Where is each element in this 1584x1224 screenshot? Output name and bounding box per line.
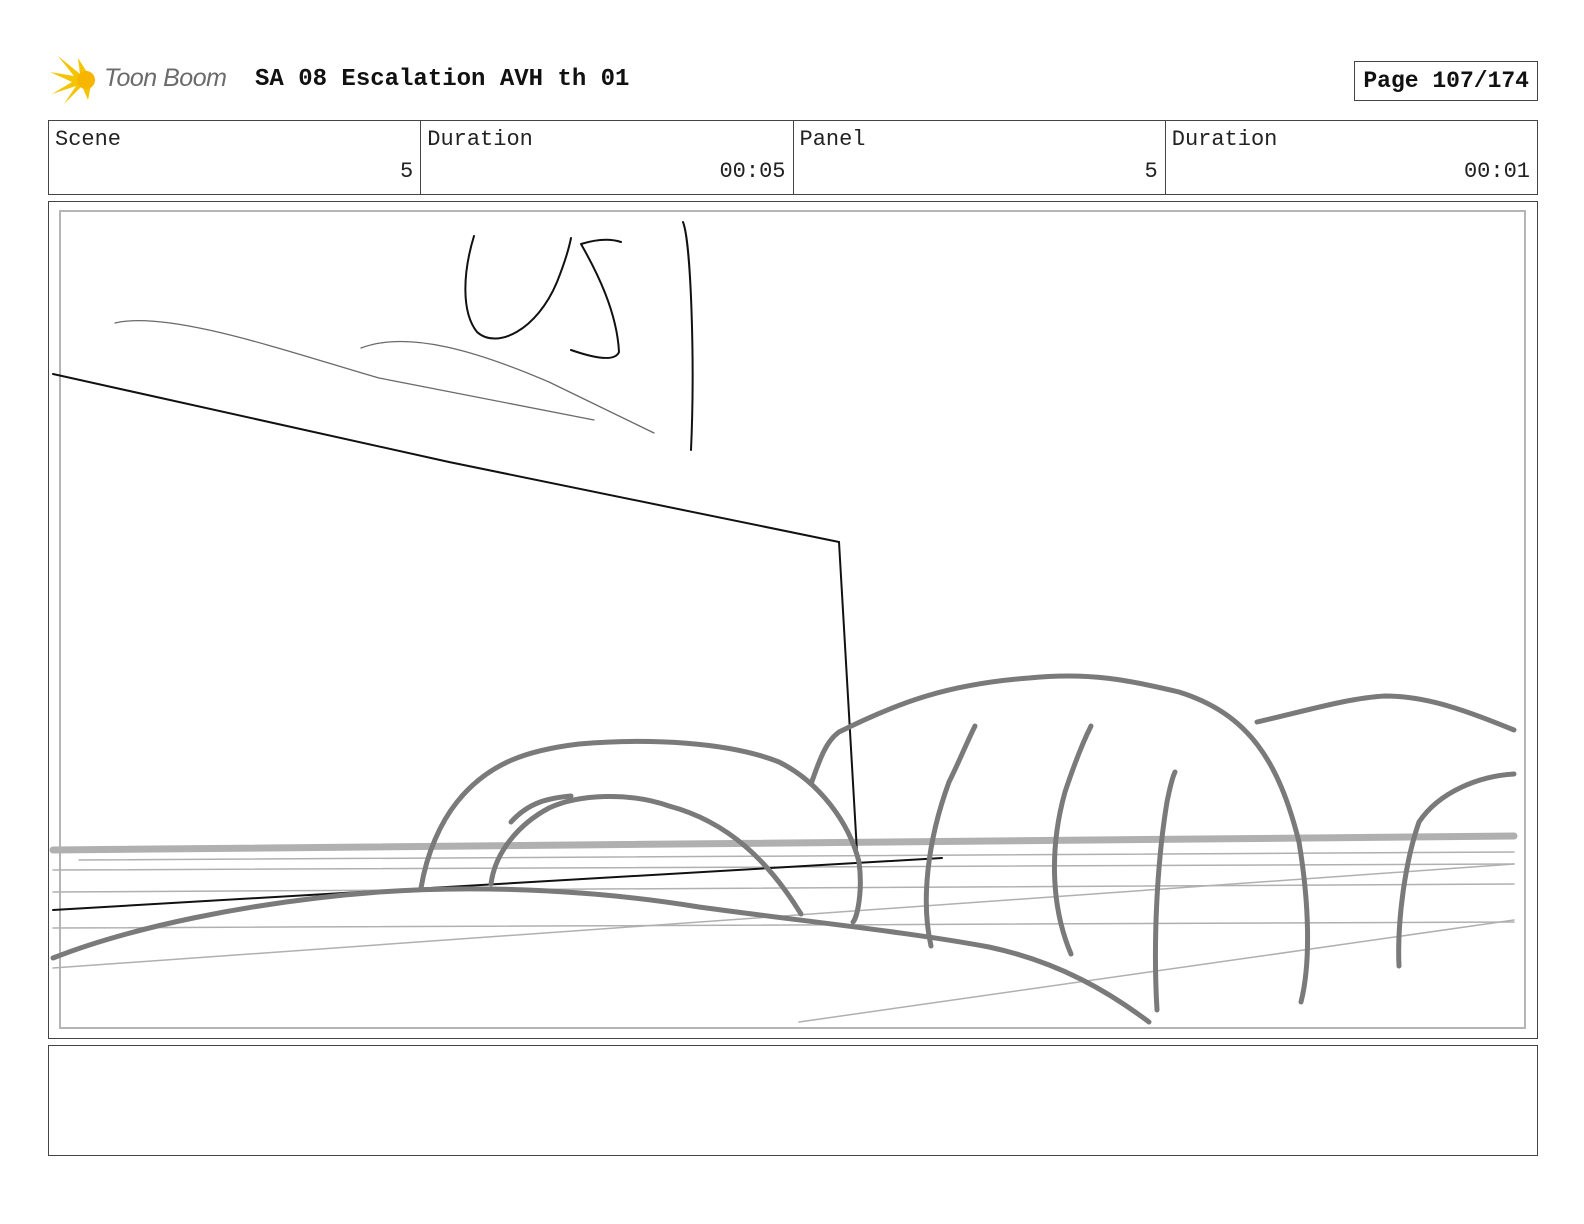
panel-value: 5 bbox=[1144, 159, 1158, 184]
panel-cell: Panel 5 bbox=[794, 121, 1166, 194]
page-header: Toon Boom SA 08 Escalation AVH th 01 Pag… bbox=[48, 52, 1538, 108]
scene-cell: Scene 5 bbox=[49, 121, 422, 194]
logo-text: Toon Boom bbox=[104, 64, 227, 92]
toon-boom-logo: Toon Boom bbox=[48, 52, 244, 108]
scene-duration-cell: Duration 00:05 bbox=[421, 121, 794, 194]
horizon-lines bbox=[49, 832, 1518, 1023]
starburst-logo-icon bbox=[50, 56, 95, 104]
sketch-lettering: US bbox=[489, 341, 491, 343]
scene-duration-value: 00:05 bbox=[719, 159, 786, 184]
scene-info-row: Scene 5 Duration 00:05 Panel 5 Duration … bbox=[48, 120, 1538, 195]
scene-duration-label: Duration bbox=[427, 127, 533, 152]
panel-duration-label: Duration bbox=[1171, 127, 1278, 152]
document-title: SA 08 Escalation AVH th 01 bbox=[255, 66, 630, 93]
panel-duration-cell: Duration 00:01 bbox=[1166, 121, 1537, 194]
panel-label: Panel bbox=[799, 127, 866, 152]
panel-sketch: US bbox=[49, 221, 1518, 1025]
panel-duration-value: 00:01 bbox=[1463, 159, 1530, 184]
panel-notes-box bbox=[48, 1045, 1538, 1156]
page-indicator: Page 107/174 bbox=[1354, 61, 1538, 101]
banner-sketch bbox=[114, 319, 655, 434]
storyboard-panel: US bbox=[48, 201, 1538, 1039]
scene-value: 5 bbox=[400, 159, 414, 184]
scene-label: Scene bbox=[55, 127, 122, 152]
